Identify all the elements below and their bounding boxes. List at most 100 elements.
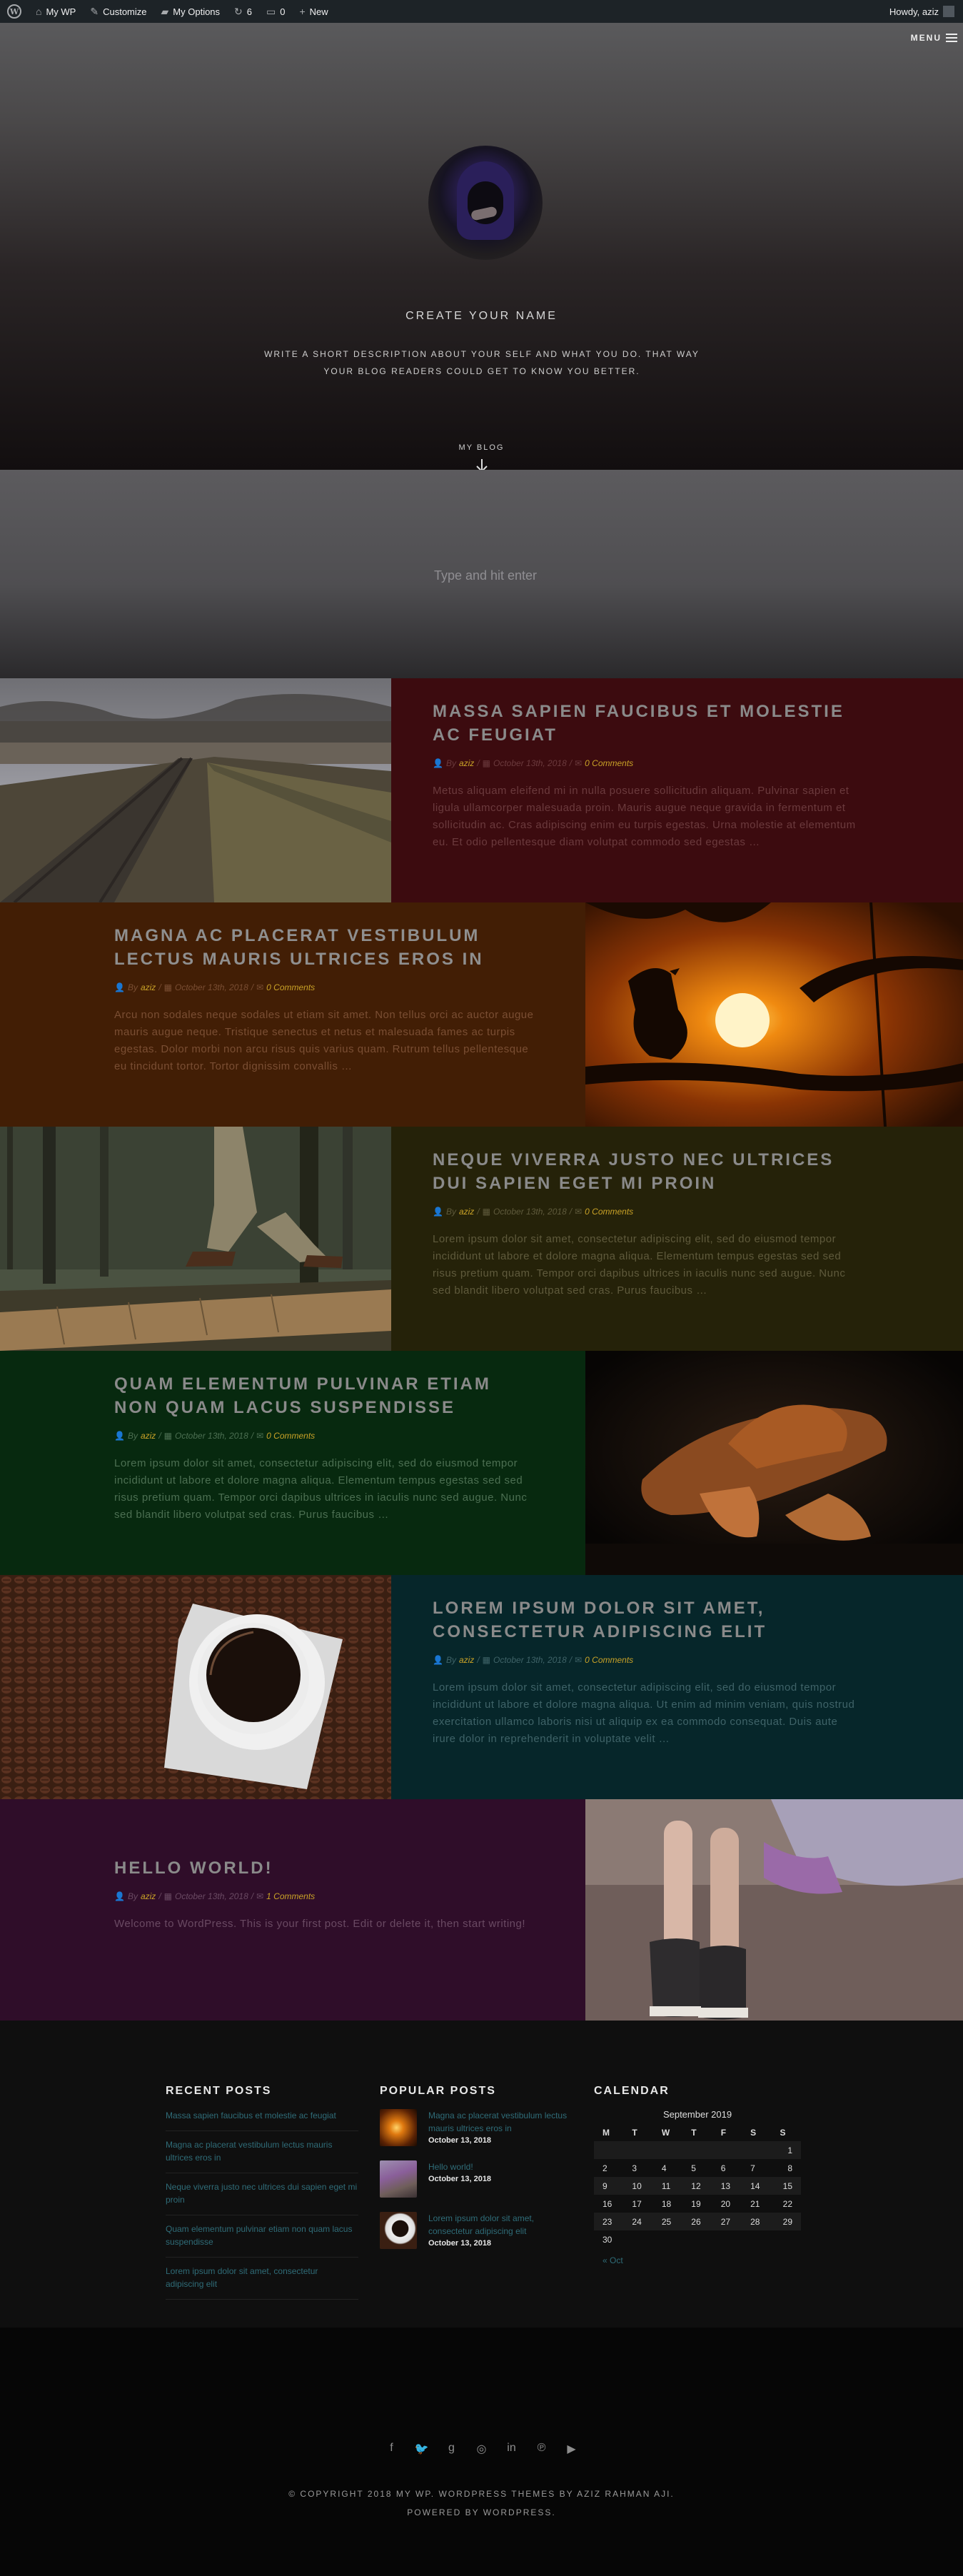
post-author-link[interactable]: aziz [459, 1207, 474, 1217]
my-options-link[interactable]: ▰ My Options [154, 0, 228, 23]
recent-post-link[interactable]: Lorem ipsum dolor sit amet, consectetur … [166, 2258, 358, 2300]
calendar-icon: ▦ [163, 1891, 172, 1901]
post-comments-link[interactable]: 0 Comments [266, 982, 315, 992]
post-thumbnail[interactable] [585, 1351, 963, 1575]
post-title[interactable]: QUAM ELEMENTUM PULVINAR ETIAM NON QUAM L… [114, 1372, 535, 1419]
post-thumbnail[interactable] [0, 678, 391, 902]
post-author-link[interactable]: aziz [141, 1891, 156, 1901]
calendar-day: 18 [652, 2195, 683, 2213]
customize-link[interactable]: ✎ Customize [83, 0, 153, 23]
popular-post-thumbnail[interactable] [380, 2212, 417, 2249]
comment-icon: ✉ [575, 1655, 583, 1665]
widget-title: CALENDAR [594, 2085, 670, 2097]
user-avatar [943, 6, 954, 17]
recent-post-link[interactable]: Neque viverra justo nec ultrices dui sap… [166, 2173, 358, 2215]
post-excerpt: Metus aliquam eleifend mi in nulla posue… [433, 785, 856, 848]
popular-post-thumbnail[interactable] [380, 2109, 417, 2146]
post-author-link[interactable]: aziz [459, 1655, 474, 1665]
calendar-week: 9 10 11 12 13 14 15 [594, 2177, 801, 2195]
cowboy-hat-image [585, 1351, 963, 1575]
profile-description: WRITE A SHORT DESCRIPTION ABOUT YOUR SEL… [264, 349, 700, 376]
post-thumbnail[interactable] [0, 1575, 391, 1799]
recent-post-link[interactable]: Quam elementum pulvinar etiam non quam l… [166, 2215, 358, 2258]
popular-post-item[interactable]: Hello world! October 13, 2018 [380, 2160, 573, 2198]
comment-icon: ▭ [266, 5, 276, 17]
post-comments-link[interactable]: 0 Comments [266, 1431, 315, 1441]
recent-post-link[interactable]: Magna ac placerat vestibulum lectus maur… [166, 2131, 358, 2173]
youtube-icon[interactable]: ▶ [565, 2442, 579, 2456]
post-comments-link[interactable]: 0 Comments [585, 758, 633, 768]
calendar-day: 8 [771, 2159, 801, 2177]
post-author-link[interactable]: aziz [459, 758, 474, 768]
account-menu[interactable]: Howdy, aziz [889, 6, 963, 17]
hamburger-icon [946, 34, 957, 42]
post-thumbnail[interactable] [585, 902, 963, 1127]
post-title[interactable]: LOREM IPSUM DOLOR SIT AMET, CONSECTETUR … [433, 1596, 863, 1644]
coffee-image [0, 1575, 391, 1799]
calendar-day: 6 [712, 2159, 742, 2177]
post-comments-link[interactable]: 0 Comments [585, 1655, 633, 1665]
calendar-day [652, 2230, 683, 2248]
meta-separator: / [477, 1207, 480, 1217]
instagram-icon[interactable]: ◎ [475, 2442, 489, 2456]
post-thumbnail[interactable] [0, 1127, 391, 1351]
comments-link[interactable]: ▭ 0 [259, 0, 292, 23]
wordpress-logo-menu[interactable]: W [0, 0, 29, 23]
post-comments-link[interactable]: 0 Comments [585, 1207, 633, 1217]
popular-post-thumbnail[interactable] [380, 2160, 417, 2198]
facebook-icon[interactable]: f [385, 2442, 399, 2456]
post-thumbnail[interactable] [585, 1799, 963, 2023]
calendar-icon: ▦ [482, 1207, 490, 1217]
post-comments-link[interactable]: 1 Comments [266, 1891, 315, 1901]
calendar-day: 22 [771, 2195, 801, 2213]
by-label: By [127, 1431, 138, 1441]
popular-post-title[interactable]: Hello world! [428, 2160, 491, 2173]
calendar-week: 1 [594, 2141, 801, 2159]
profile-name: CREATE YOUR NAME [405, 310, 558, 322]
sunset-bird-image [585, 902, 963, 1127]
google-plus-icon[interactable]: g [445, 2442, 459, 2456]
post-date: October 13th, 2018 [175, 982, 248, 992]
post-content: QUAM ELEMENTUM PULVINAR ETIAM NON QUAM L… [0, 1351, 585, 1575]
calendar-day: 28 [742, 2213, 772, 2230]
calendar-day-header: S [742, 2124, 772, 2141]
calendar-day: 30 [594, 2230, 624, 2248]
popular-post-title[interactable]: Magna ac placerat vestibulum lectus maur… [428, 2109, 573, 2135]
post-title[interactable]: MASSA SAPIEN FAUCIBUS ET MOLESTIE AC FEU… [433, 700, 863, 747]
sneakers-image [585, 1799, 963, 2023]
popular-post-title[interactable]: Lorem ipsum dolor sit amet, consectetur … [428, 2212, 573, 2238]
meta-separator: / [251, 1431, 254, 1441]
search-input[interactable] [286, 563, 685, 588]
howdy-label: Howdy, aziz [889, 6, 939, 17]
menu-button[interactable]: MENU [911, 33, 957, 43]
calendar-prev-month-link[interactable]: « Oct [594, 2255, 808, 2265]
post-author-link[interactable]: aziz [141, 982, 156, 992]
post-author-link[interactable]: aziz [141, 1431, 156, 1441]
post-title[interactable]: MAGNA AC PLACERAT VESTIBULUM LECTUS MAUR… [114, 924, 535, 971]
updates-count: 6 [246, 6, 253, 17]
my-blog-link[interactable]: MY BLOG [0, 443, 963, 452]
site-name-link[interactable]: ⌂ My WP [29, 0, 83, 23]
calendar-day [712, 2141, 742, 2159]
post-card: LOREM IPSUM DOLOR SIT AMET, CONSECTETUR … [0, 1575, 963, 1799]
popular-post-item[interactable]: Magna ac placerat vestibulum lectus maur… [380, 2109, 573, 2146]
recent-post-link[interactable]: Massa sapien faucibus et molestie ac feu… [166, 2109, 358, 2131]
post-title[interactable]: HELLO WORLD! [114, 1856, 535, 1880]
meta-separator: / [569, 1655, 573, 1665]
post-card: MAGNA AC PLACERAT VESTIBULUM LECTUS MAUR… [0, 902, 963, 1127]
post-meta: 👤 By aziz / ▦ October 13th, 2018 / ✉ 1 C… [114, 1891, 535, 1901]
post-date: October 13th, 2018 [493, 758, 567, 768]
calendar-day: 13 [712, 2177, 742, 2195]
calendar-day: 29 [771, 2213, 801, 2230]
new-content-link[interactable]: + New [292, 0, 335, 23]
twitter-icon[interactable]: 🐦 [415, 2442, 429, 2456]
calendar-icon: ▦ [163, 982, 172, 992]
popular-post-item[interactable]: Lorem ipsum dolor sit amet, consectetur … [380, 2212, 573, 2249]
post-card: MASSA SAPIEN FAUCIBUS ET MOLESTIE AC FEU… [0, 678, 963, 902]
railway-image [0, 678, 391, 902]
post-title[interactable]: NEQUE VIVERRA JUSTO NEC ULTRICES DUI SAP… [433, 1148, 863, 1195]
pinterest-icon[interactable]: ℗ [535, 2442, 549, 2456]
linkedin-icon[interactable]: in [505, 2442, 519, 2456]
popular-post-date: October 13, 2018 [428, 2136, 492, 2145]
updates-link[interactable]: ↻ 6 [227, 0, 259, 23]
